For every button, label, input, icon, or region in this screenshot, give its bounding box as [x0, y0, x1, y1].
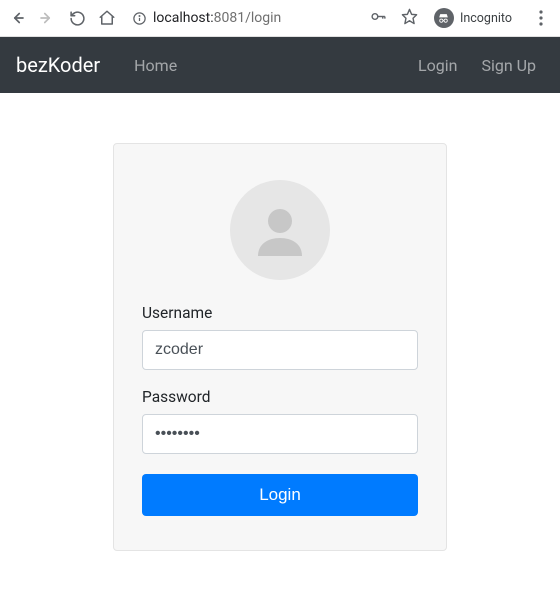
- login-card: Username Password Login: [113, 143, 447, 551]
- incognito-icon: [434, 8, 454, 28]
- home-button[interactable]: [96, 7, 118, 29]
- password-label: Password: [142, 388, 418, 406]
- nav-link-home[interactable]: Home: [126, 48, 185, 83]
- avatar-placeholder-icon: [230, 180, 330, 280]
- browser-toolbar: localhost:8081/login Incognito: [0, 0, 560, 37]
- reload-button[interactable]: [66, 7, 88, 29]
- app-navbar: bezKoder Home Login Sign Up: [0, 37, 560, 93]
- login-button[interactable]: Login: [142, 474, 418, 516]
- nav-link-login[interactable]: Login: [410, 48, 465, 83]
- address-bar[interactable]: localhost:8081/login: [126, 10, 362, 26]
- username-label: Username: [142, 304, 418, 322]
- nav-link-signup[interactable]: Sign Up: [473, 48, 544, 83]
- brand-logo[interactable]: bezKoder: [16, 53, 100, 77]
- bookmark-star-icon[interactable]: [401, 8, 418, 29]
- incognito-label: Incognito: [460, 11, 512, 26]
- password-input[interactable]: [142, 414, 418, 454]
- key-icon[interactable]: [370, 8, 387, 29]
- site-info-icon[interactable]: [132, 11, 147, 26]
- url-host: localhost:8081/login: [153, 10, 281, 26]
- back-button[interactable]: [6, 7, 28, 29]
- incognito-badge: Incognito: [432, 6, 518, 30]
- forward-button[interactable]: [36, 7, 58, 29]
- username-input[interactable]: [142, 330, 418, 370]
- browser-menu-button[interactable]: [532, 10, 550, 26]
